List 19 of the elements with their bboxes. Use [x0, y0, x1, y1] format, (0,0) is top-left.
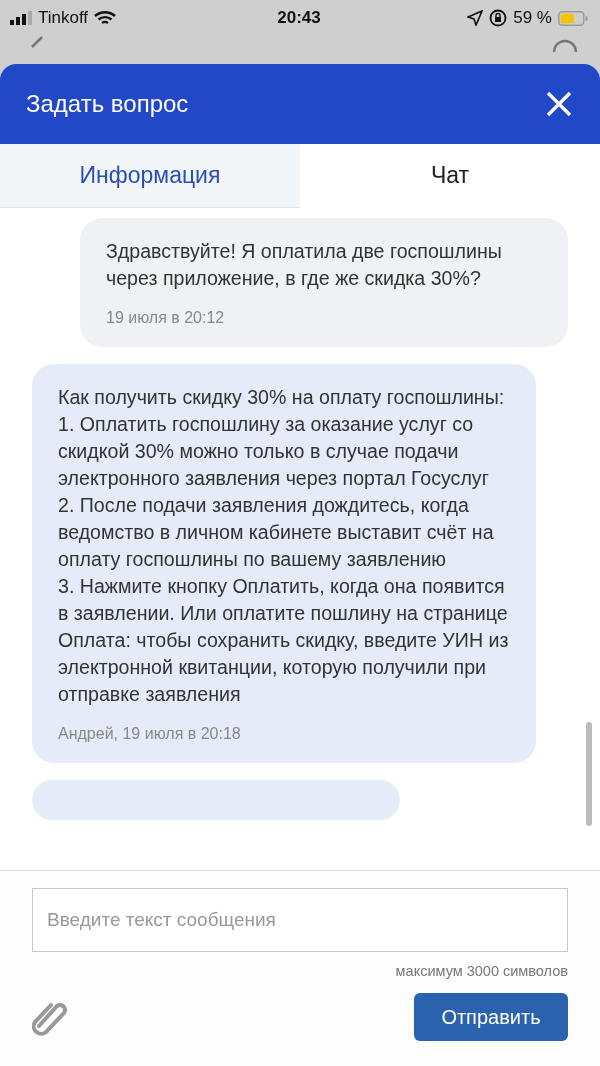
tab[interactable]: Информация — [0, 144, 300, 208]
carrier-name: Tinkoff — [38, 8, 89, 28]
location-arrow-icon — [467, 10, 484, 26]
message-input-field[interactable]: Введите текст сообщения — [32, 888, 568, 952]
modal-title: Задать вопрос — [26, 90, 189, 118]
close-button[interactable] — [546, 91, 572, 117]
close-icon — [546, 91, 572, 117]
rotation-lock-icon — [489, 9, 508, 27]
signal-icon — [10, 11, 32, 25]
clock-time: 20:43 — [277, 8, 321, 28]
battery-percent: 59 % — [513, 8, 552, 28]
send-button[interactable]: Отправить — [414, 993, 568, 1041]
character-limit-hint: максимум 3000 символов — [395, 963, 568, 979]
message-meta: Андрей, 19 июля в 20:18 — [58, 724, 242, 744]
battery-icon — [558, 10, 588, 26]
wifi-icon — [94, 10, 117, 26]
message-text: Как получить скидку 30% на оплату госпошлины: 1. Оплатить госпошлину за оказание услуг со скидкой 30% можно только в случае подачи электронного заявления через портал Госуслуг 2. После подачи заявления дождитесь, когда ведомство в личном кабинете выставит счёт на оплату госпошлины по вашему заявлению 3. Нажмите кнопку Оплатить, когда она появится в заявлении. Или оплатите пошлину на странице Оплата: чтобы сохранить скидку, введите УИН из электронной квитанции, которую получили при отправке заявления — [58, 385, 510, 707]
message-meta: 19 июля в 20:12 — [106, 308, 226, 328]
message-text: Здравствуйте! Я оплатила две госпошлины через приложение, в где же скидка 30%? — [106, 239, 503, 291]
